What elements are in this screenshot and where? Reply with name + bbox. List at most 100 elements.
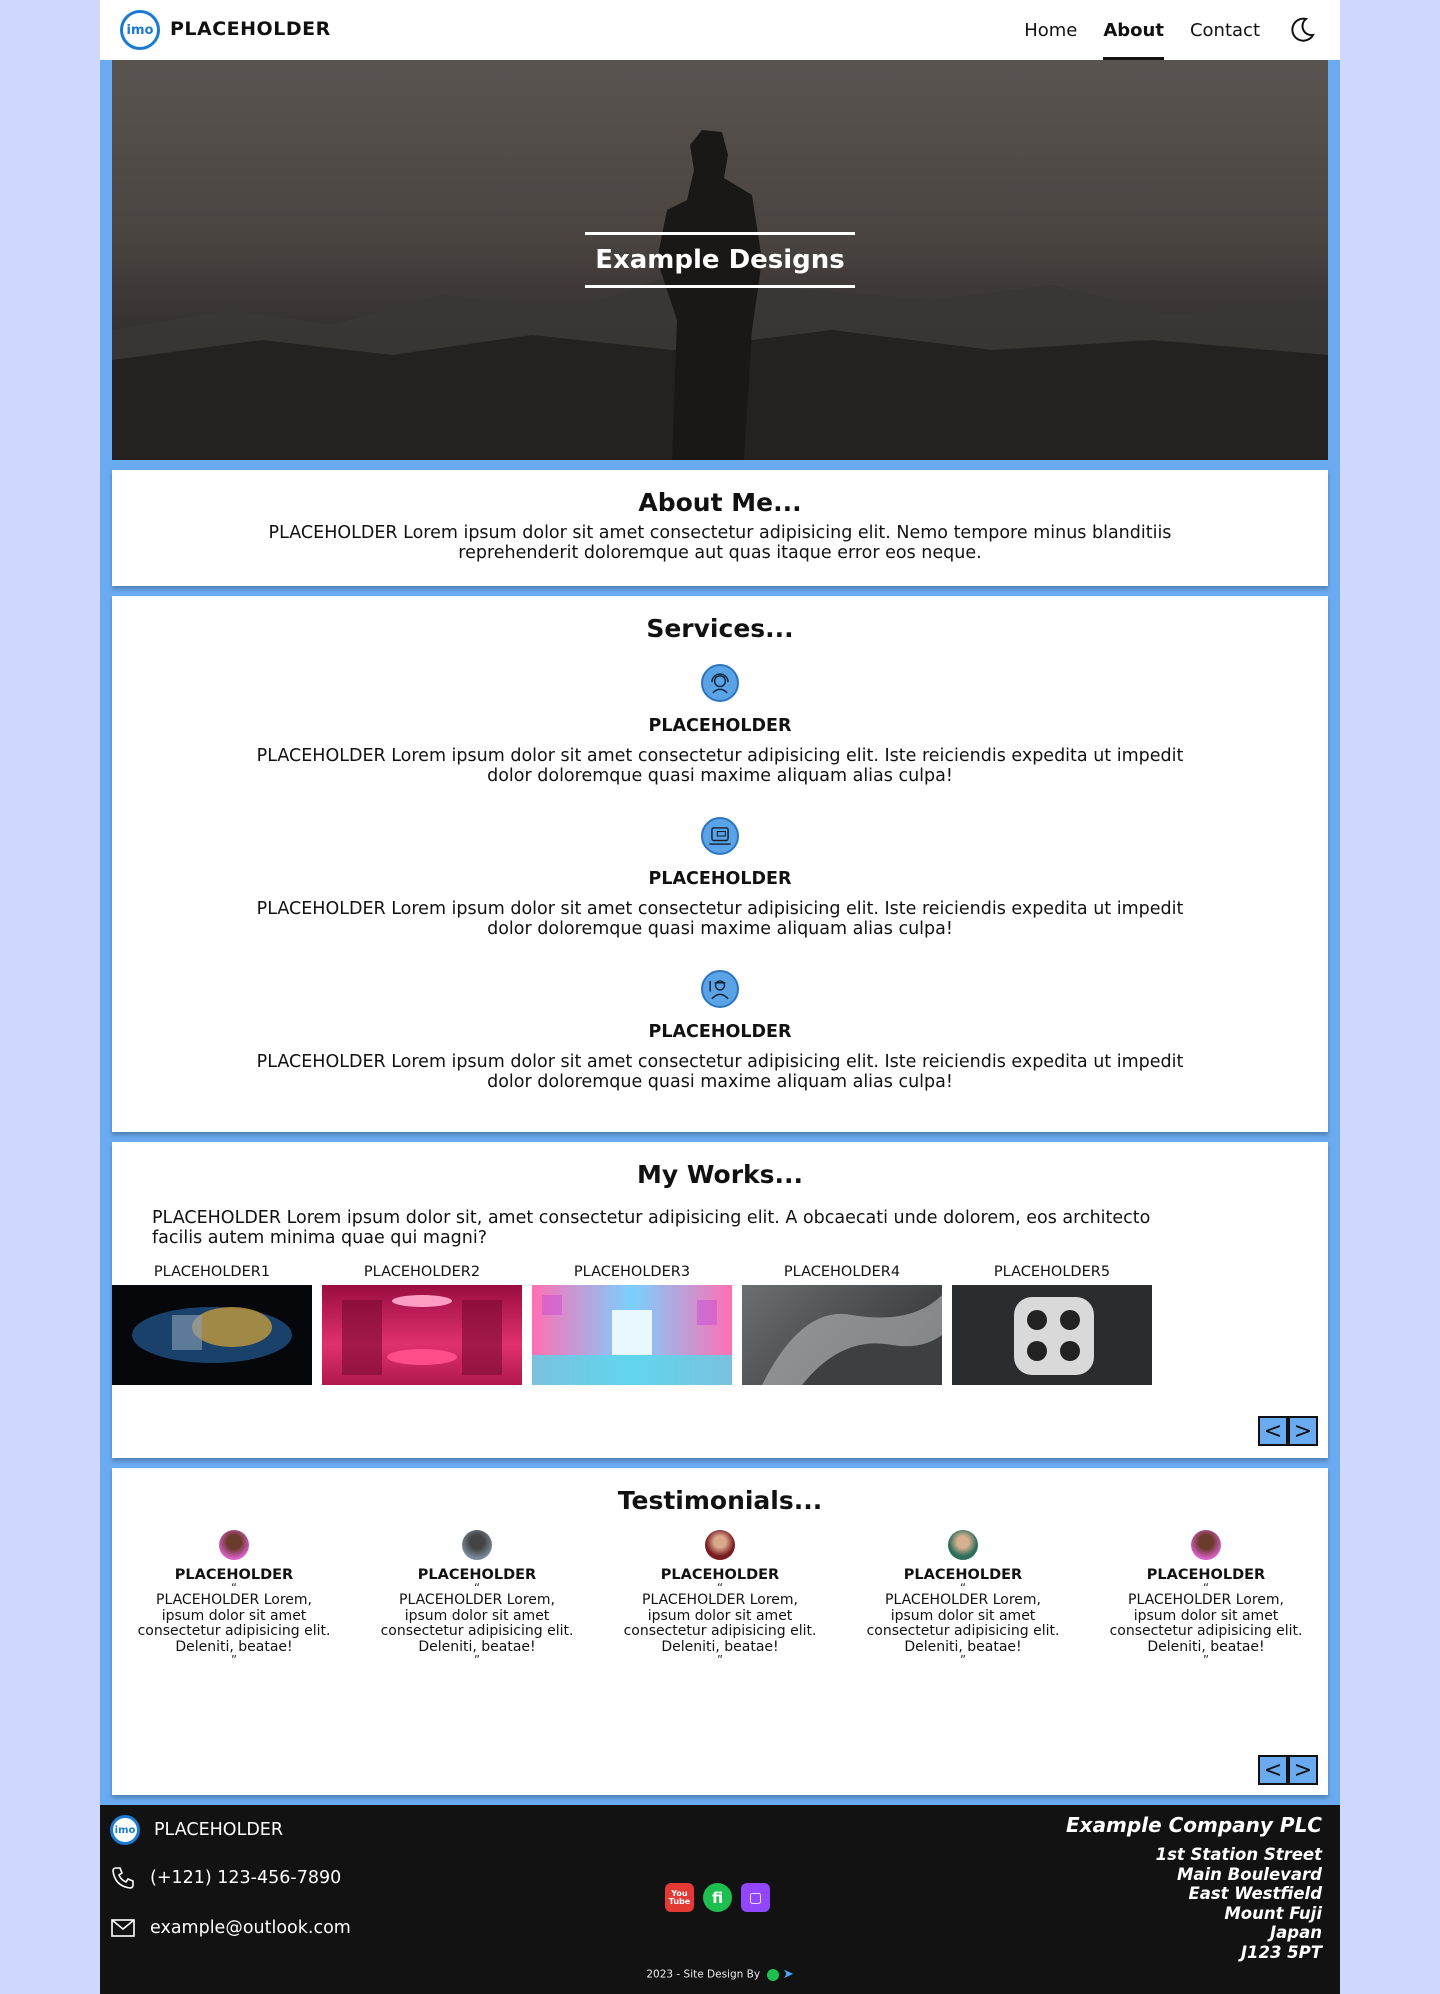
testimonial-text-line1: PLACEHOLDER Lorem, xyxy=(156,1592,312,1608)
address-line: Mount Fuji xyxy=(1224,1903,1322,1923)
work-thumb-4[interactable] xyxy=(742,1285,942,1385)
social-links: You Tube fi ▢ xyxy=(665,1883,770,1912)
fiverr-icon[interactable]: fi xyxy=(703,1883,732,1912)
testimonial-text-line3: consectetur adipisicing elit. xyxy=(866,1623,1060,1639)
close-quote-icon: ” xyxy=(1202,1653,1210,1667)
work-label-1: PLACEHOLDER1 xyxy=(153,1264,271,1280)
work-item-4[interactable]: PLACEHOLDER4 xyxy=(742,1264,942,1385)
close-quote-icon: ” xyxy=(473,1653,481,1667)
service-desc-3-line2: dolor doloremque quasi maxime aliquam al… xyxy=(487,1072,953,1092)
testimonial-3: PLACEHOLDER “ PLACEHOLDER Lorem, ipsum d… xyxy=(605,1530,835,1667)
works-next-button[interactable]: > xyxy=(1288,1416,1318,1446)
testimonial-text-line2: ipsum dolor sit amet xyxy=(1133,1607,1279,1624)
nav-about-link[interactable]: About xyxy=(1103,0,1164,60)
testimonials-next-button[interactable]: > xyxy=(1288,1755,1318,1785)
testimonials-title: Testimonials... xyxy=(617,1486,823,1515)
testimonial-text-line2: ipsum dolor sit amet xyxy=(647,1607,793,1624)
hero-title: Example Designs xyxy=(585,232,855,288)
testimonials-section: Testimonials... PLACEHOLDER “ PLACEHOLDE… xyxy=(112,1468,1328,1795)
footer-company-name: Example Company PLC xyxy=(1066,1813,1322,1837)
works-carousel-controls: < > xyxy=(1258,1416,1318,1446)
service-title-2: PLACEHOLDER xyxy=(648,869,792,889)
testimonial-2: PLACEHOLDER “ PLACEHOLDER Lorem, ipsum d… xyxy=(362,1530,592,1667)
work-label-3: PLACEHOLDER3 xyxy=(573,1264,691,1280)
logo-icon[interactable]: imo xyxy=(120,10,160,50)
twitch-icon[interactable]: ▢ xyxy=(741,1883,770,1912)
close-quote-icon: ” xyxy=(230,1653,238,1667)
testimonial-text-line1: PLACEHOLDER Lorem, xyxy=(1128,1592,1284,1608)
avatar xyxy=(948,1530,978,1560)
work-thumb-1[interactable] xyxy=(112,1285,312,1385)
engineer-icon xyxy=(701,970,739,1008)
close-quote-icon: ” xyxy=(959,1653,967,1667)
footer-logo-icon[interactable]: imo xyxy=(110,1815,140,1845)
footer-email-address: example@outlook.com xyxy=(150,1918,351,1938)
work-thumb-2[interactable] xyxy=(322,1285,522,1385)
service-desc-1-line2: dolor doloremque quasi maxime aliquam al… xyxy=(487,766,953,786)
fiverr-small-icon[interactable] xyxy=(767,1968,780,1981)
testimonial-text-line1: PLACEHOLDER Lorem, xyxy=(885,1592,1041,1608)
address-line: Main Boulevard xyxy=(1176,1864,1322,1884)
footer-credit: 2023 - Site Design By ➤ xyxy=(100,1967,1340,1982)
footer-logo-text: imo xyxy=(114,1824,136,1836)
footer-email[interactable]: example@outlook.com xyxy=(110,1915,351,1941)
navbar: imo PLACEHOLDER Home About Contact xyxy=(100,0,1340,60)
chat-laptop-icon xyxy=(701,817,739,855)
bird-logo-icon[interactable]: ➤ xyxy=(783,1967,794,1982)
work-item-5[interactable]: PLACEHOLDER5 xyxy=(952,1264,1152,1385)
nav-home-link[interactable]: Home xyxy=(1024,0,1077,60)
work-thumb-3[interactable] xyxy=(532,1285,732,1385)
work-item-1[interactable]: PLACEHOLDER1 xyxy=(112,1264,312,1385)
service-title-3: PLACEHOLDER xyxy=(648,1022,792,1042)
service-desc-2-line2: dolor doloremque quasi maxime aliquam al… xyxy=(487,919,953,939)
testimonial-1: PLACEHOLDER “ PLACEHOLDER Lorem, ipsum d… xyxy=(119,1530,349,1667)
youtube-icon[interactable]: You Tube xyxy=(665,1883,694,1912)
work-label-5: PLACEHOLDER5 xyxy=(993,1264,1111,1280)
phone-icon xyxy=(112,1867,134,1889)
dark-mode-moon-icon[interactable] xyxy=(1288,16,1316,44)
footer-address: 1st Station Street Main Boulevard East W… xyxy=(1156,1845,1322,1962)
testimonial-text-line2: ipsum dolor sit amet xyxy=(890,1607,1036,1624)
works-title: My Works... xyxy=(636,1160,804,1189)
testimonial-text-line1: PLACEHOLDER Lorem, xyxy=(399,1592,555,1608)
works-prev-button[interactable]: < xyxy=(1258,1416,1288,1446)
address-line: East Westfield xyxy=(1188,1884,1322,1903)
testimonial-text-line3: consectetur adipisicing elit. xyxy=(380,1623,574,1639)
nav-contact-link[interactable]: Contact xyxy=(1190,0,1260,60)
page: imo PLACEHOLDER Home About Contact Examp… xyxy=(100,0,1340,1994)
service-desc-3-line1: PLACEHOLDER Lorem ipsum dolor sit amet c… xyxy=(256,1052,1184,1072)
work-item-2[interactable]: PLACEHOLDER2 xyxy=(322,1264,522,1385)
hero-banner: Example Designs xyxy=(112,60,1328,460)
testimonial-text-line3: consectetur adipisicing elit. xyxy=(1109,1623,1303,1639)
brand-name[interactable]: PLACEHOLDER xyxy=(170,18,331,40)
about-text-line2: reprehenderit doloremque aut quas itaque… xyxy=(458,543,982,563)
testimonial-text-line2: ipsum dolor sit amet xyxy=(404,1607,550,1624)
testimonial-4: PLACEHOLDER “ PLACEHOLDER Lorem, ipsum d… xyxy=(848,1530,1078,1667)
avatar xyxy=(219,1530,249,1560)
close-quote-icon: ” xyxy=(716,1653,724,1667)
testimonials-carousel-controls: < > xyxy=(1258,1755,1318,1785)
logo-text: imo xyxy=(126,22,154,38)
address-line: 1st Station Street xyxy=(1155,1845,1322,1864)
work-label-2: PLACEHOLDER2 xyxy=(363,1264,481,1280)
service-desc-2-line1: PLACEHOLDER Lorem ipsum dolor sit amet c… xyxy=(256,899,1184,919)
credit-text: 2023 - Site Design By xyxy=(646,1968,761,1981)
testimonials-prev-button[interactable]: < xyxy=(1258,1755,1288,1785)
about-section: About Me... PLACEHOLDER Lorem ipsum dolo… xyxy=(112,470,1328,586)
testimonial-5: PLACEHOLDER “ PLACEHOLDER Lorem, ipsum d… xyxy=(1091,1530,1321,1667)
footer-brand: imo PLACEHOLDER xyxy=(110,1815,283,1845)
works-text-line1: PLACEHOLDER Lorem ipsum dolor sit, amet … xyxy=(152,1208,1151,1228)
footer: imo PLACEHOLDER (+121) 123-456-7890 exam… xyxy=(100,1805,1340,1994)
footer-phone[interactable]: (+121) 123-456-7890 xyxy=(110,1865,341,1891)
work-item-3[interactable]: PLACEHOLDER3 xyxy=(532,1264,732,1385)
avatar xyxy=(705,1530,735,1560)
address-line: J123 5PT xyxy=(1240,1942,1322,1962)
work-thumb-5[interactable] xyxy=(952,1285,1152,1385)
footer-brand-name: PLACEHOLDER xyxy=(154,1820,284,1840)
about-title: About Me... xyxy=(638,488,802,517)
works-text-line2: facilis autem minima quae qui magni? xyxy=(152,1228,488,1248)
testimonial-text-line3: consectetur adipisicing elit. xyxy=(623,1623,817,1639)
services-section: Services... PLACEHOLDER PLACEHOLDER Lore… xyxy=(112,596,1328,1132)
service-desc-1-line1: PLACEHOLDER Lorem ipsum dolor sit amet c… xyxy=(256,746,1184,766)
service-title-1: PLACEHOLDER xyxy=(648,716,792,736)
